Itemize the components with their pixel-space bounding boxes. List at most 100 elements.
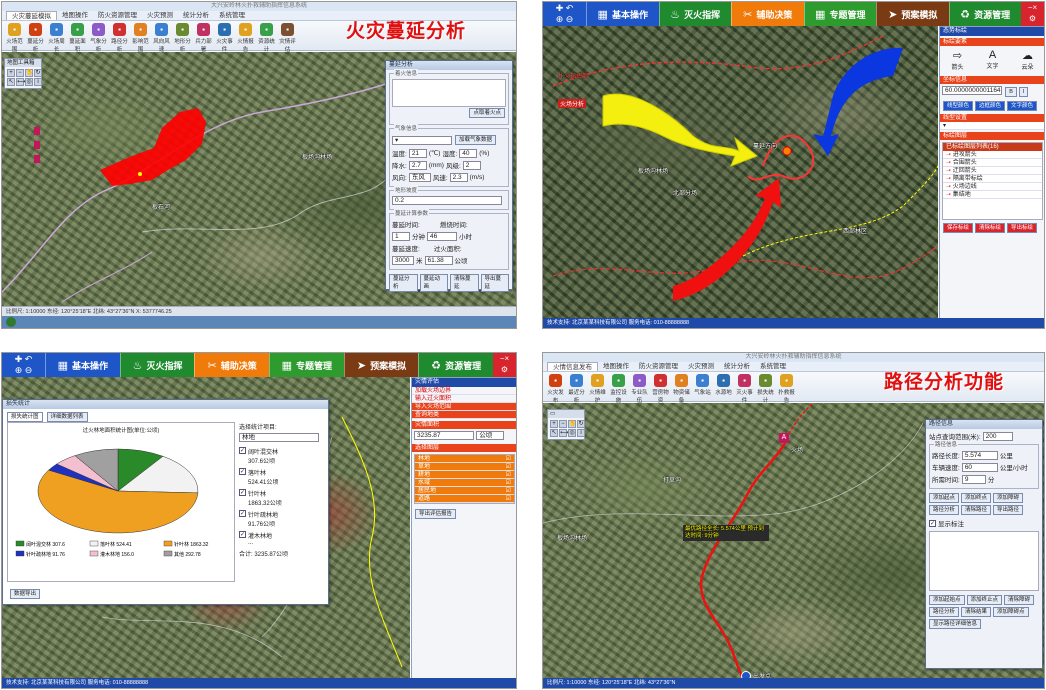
stats-item[interactable]: ✓ 落叶林 524.41公顷	[239, 468, 325, 486]
vehicle-speed-field[interactable]: 60	[961, 462, 998, 472]
ribbon-button[interactable]: ▪ 兵力部署	[193, 23, 214, 53]
ribbon-button[interactable]: ▪ 营房物资	[650, 374, 671, 404]
unit-select[interactable]: 公顷	[476, 431, 505, 441]
menu-item[interactable]: 防火资源管理	[634, 362, 683, 371]
ribbon-button[interactable]: ▪ 火场周长	[46, 23, 67, 53]
length-field[interactable]: 5.574	[961, 450, 998, 460]
plot-shape-option[interactable]: ⇨ 箭头	[951, 49, 963, 71]
route-action-button[interactable]: 清除结果	[961, 607, 992, 617]
layer-checkbox[interactable]: ☑	[506, 495, 511, 503]
zoom-in-icon[interactable]: +	[550, 420, 558, 428]
bold-button[interactable]: B	[1005, 87, 1017, 97]
perimeter-field[interactable]: 3000	[392, 255, 414, 265]
layer-checkbox[interactable]: ☑	[506, 487, 511, 495]
layer-checkbox[interactable]: ☑	[506, 471, 511, 479]
stats-item[interactable]: ✓ 针叶林 1863.32公顷	[239, 489, 325, 507]
layer-checkbox[interactable]: ☑	[506, 479, 511, 487]
ribbon-button[interactable]: ▪ 火情维护	[587, 374, 608, 404]
ribbon-button[interactable]: ▪ 蔓延面积	[67, 23, 88, 53]
ribbon-button[interactable]: ▪ 路径分析	[109, 23, 130, 53]
ribbon-button[interactable]: ▪ 影响范围	[130, 23, 151, 53]
start-point-marker[interactable]: A	[779, 433, 789, 443]
nav-tools[interactable]: −× ⚙	[1021, 2, 1044, 26]
dialog-button[interactable]: 蔓延动画	[419, 274, 448, 292]
weather-select[interactable]: ▾	[392, 135, 452, 145]
slope-field[interactable]: 0.2	[392, 196, 502, 205]
area-field[interactable]: 61.38	[424, 255, 453, 265]
identify-icon[interactable]: i	[577, 429, 585, 437]
layer-item[interactable]: ➝ 火场边线	[943, 183, 1042, 191]
color-button[interactable]: 边框颜色	[975, 101, 1006, 111]
nav-tab[interactable]: ▦ 专题管理	[269, 353, 344, 377]
measure-icon[interactable]: ⟷	[559, 429, 569, 437]
stats-item-checkbox[interactable]: ✓	[239, 531, 246, 538]
zoom-in-icon[interactable]: +	[7, 69, 15, 77]
nav-tab[interactable]: ♻ 资源管理	[418, 353, 494, 377]
ribbon-button[interactable]: ▪ 火灾发布	[545, 374, 566, 404]
plot-shape-option[interactable]: A 文字	[986, 49, 998, 71]
layer-item[interactable]: 居民地 ☑	[415, 487, 514, 496]
measure-icon[interactable]: ⟷	[16, 78, 26, 86]
full-extent-icon[interactable]: ◎	[568, 429, 576, 437]
route-action-button[interactable]: 添加终止点	[966, 595, 1003, 605]
layer-checkbox[interactable]: ☑	[506, 463, 511, 471]
ribbon-button[interactable]: ▪ 灾情评估	[277, 23, 298, 53]
route-button[interactable]: 路径分析	[929, 505, 960, 515]
menu-item[interactable]: 火情信息发布	[547, 362, 598, 371]
humidity-field[interactable]: 40	[459, 148, 478, 158]
menu-item[interactable]: 防火资源管理	[93, 11, 142, 20]
nav-tab[interactable]: ✂ 辅助决策	[194, 353, 270, 377]
fire-point-textarea[interactable]	[392, 79, 506, 107]
layer-item[interactable]: ➝ 迂回箭头	[943, 167, 1042, 175]
ribbon-button[interactable]: ▪ 气象站	[692, 374, 713, 399]
wind-level-field[interactable]: 2	[462, 160, 481, 170]
report-button[interactable]: 导出评估报告	[415, 509, 457, 520]
nav-tab[interactable]: ▦ 基本操作	[586, 2, 659, 26]
temp-field[interactable]: 21	[408, 148, 427, 158]
route-action-button[interactable]: 添加障碍点	[993, 607, 1029, 617]
wind-dir-select[interactable]: 东风	[408, 172, 431, 182]
zoom-out-icon[interactable]: −	[16, 69, 24, 77]
select-icon[interactable]: ↖	[550, 429, 558, 437]
layer-item[interactable]: ➝ 集结地	[943, 191, 1042, 199]
ribbon-button[interactable]: ▪ 监控设施	[608, 374, 629, 404]
stats-item-checkbox[interactable]: ✓	[239, 468, 246, 475]
ribbon-button[interactable]: ▪ 灭火事件	[734, 374, 755, 404]
ribbon-button[interactable]: ▪ 水源地	[713, 374, 734, 399]
color-button[interactable]: 文字颜色	[1007, 101, 1038, 111]
stats-item-checkbox[interactable]: ✓	[239, 447, 246, 454]
stats-item[interactable]: ✓ 阔叶混交林 307.6公顷	[239, 447, 325, 465]
ribbon-button[interactable]: ▪ 蔓延分析	[25, 23, 46, 53]
nav-tools[interactable]: −× ⚙	[493, 353, 516, 377]
nav-tab[interactable]: ♻ 资源管理	[948, 2, 1021, 26]
nav-arrows[interactable]: ✚ ↶ ⊕ ⊖	[2, 353, 45, 377]
menu-item[interactable]: 地图操作	[57, 11, 93, 20]
menu-item[interactable]: 系统管理	[755, 362, 791, 371]
plot-action-button[interactable]: 清除标绘	[975, 223, 1006, 233]
layer-item[interactable]: 耕地 ☑	[415, 471, 514, 480]
ribbon-button[interactable]: ▪ 火情报告	[235, 23, 256, 53]
plot-action-button[interactable]: 保存标绘	[943, 223, 974, 233]
time-field[interactable]: 9	[961, 474, 986, 484]
menu-item[interactable]: 火灾预测	[142, 11, 178, 20]
menu-item[interactable]: 系统管理	[214, 11, 250, 20]
layer-item[interactable]: 道路 ☑	[415, 495, 514, 504]
menu-item[interactable]: 统计分析	[178, 11, 214, 20]
nav-tab[interactable]: ✂ 辅助决策	[731, 2, 804, 26]
refresh-icon[interactable]: ↻	[34, 69, 42, 77]
route-action-button[interactable]: 添加起始点	[929, 595, 965, 605]
area-field[interactable]: 3235.87	[414, 431, 474, 441]
tab[interactable]: 详细数据列表	[46, 412, 88, 422]
stats-item-select[interactable]: 林地	[239, 433, 319, 442]
stats-item[interactable]: ✓ 针叶疏林地 91.76公顷	[239, 510, 325, 528]
ribbon-button[interactable]: ▪ 扑救报告	[776, 374, 797, 404]
wind-speed-field[interactable]: 2.3	[449, 172, 468, 182]
map-view[interactable]: 板场沟林场 板石河 地图工具箱 + − ✋ ↻ ↖ ⟷ ◎ i 蔓延分析 着火信息 点取着火…	[2, 52, 516, 308]
italic-button[interactable]: I	[1018, 87, 1029, 97]
line-style-select[interactable]: ▾	[940, 122, 1044, 130]
route-button[interactable]: 添加障碍	[993, 493, 1024, 503]
route-button[interactable]: 导出路径	[993, 505, 1024, 515]
stats-item[interactable]: ✓ 灌木林地...	[239, 531, 325, 546]
menu-item[interactable]: 火灾蔓延模拟	[6, 11, 57, 20]
dialog-button[interactable]: 清除蔓延	[450, 274, 479, 292]
